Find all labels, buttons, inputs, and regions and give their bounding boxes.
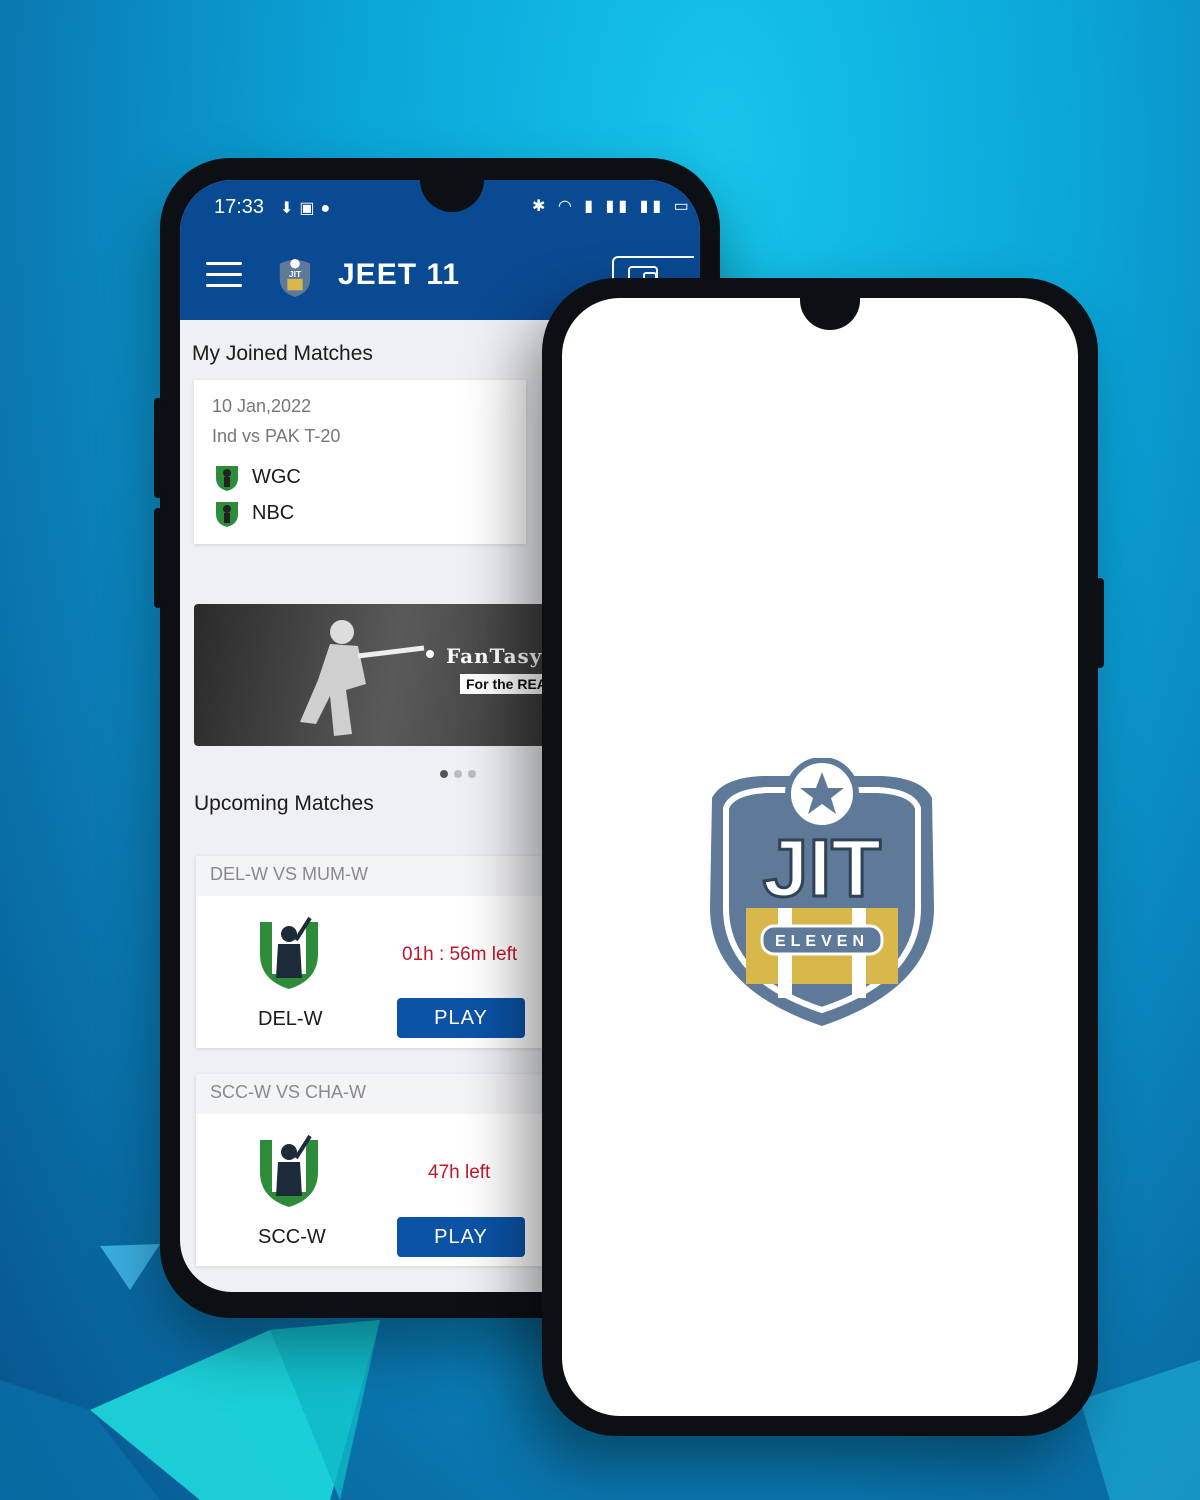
logo-text-top: JIT — [763, 823, 881, 914]
jit-eleven-logo-icon: JIT ELEVEN — [710, 758, 934, 1026]
phone-front: JIT ELEVEN — [542, 278, 1104, 1436]
team-row: NBC — [214, 498, 294, 528]
team-logo-icon — [216, 466, 238, 491]
cricketer-image — [300, 620, 434, 736]
time-left: 01h : 56m left — [402, 944, 518, 965]
carousel-dots[interactable] — [440, 770, 476, 778]
team-logo-icon — [216, 502, 238, 527]
splash-screen: JIT ELEVEN — [562, 298, 1078, 1416]
svg-text:JIT: JIT — [289, 269, 302, 279]
match-name: Ind vs PAK T-20 — [212, 426, 341, 446]
banner-brand: FanTasy — [446, 644, 543, 668]
app-title: JEET 11 — [338, 258, 461, 291]
team-name: SCC-W — [258, 1226, 326, 1248]
match-title: SCC-W VS CHA-W — [210, 1082, 366, 1102]
logo-text-bottom: ELEVEN — [775, 933, 869, 950]
match-title: DEL-W VS MUM-W — [210, 864, 368, 884]
app-logo-icon: JIT — [279, 258, 311, 297]
upcoming-matches-title: Upcoming Matches — [194, 792, 374, 815]
team-logo-icon — [260, 1134, 318, 1207]
team-logo-icon — [260, 916, 318, 989]
joined-matches-title: My Joined Matches — [192, 342, 373, 365]
match-card-header: SCC-W VS CHA-W — [196, 1074, 556, 1114]
team-name: DEL-W — [258, 1008, 323, 1030]
play-button[interactable]: PLAY — [397, 1217, 525, 1257]
match-card-header: DEL-W VS MUM-W — [196, 856, 556, 896]
promo-banner[interactable]: FanTasy For the REA — [194, 604, 554, 746]
joined-match-card[interactable]: 10 Jan,2022 Ind vs PAK T-20 WGC NBC — [194, 380, 526, 544]
menu-icon[interactable] — [206, 262, 242, 288]
banner-tagline: For the REA — [460, 674, 553, 694]
team-row: WGC — [214, 462, 301, 492]
match-date: 10 Jan,2022 — [212, 396, 312, 416]
play-button[interactable]: PLAY — [397, 998, 525, 1038]
signal-icons: ✱ ◠ ▮ ▮▮ ▮▮ ▭ — [532, 198, 693, 215]
time-left: 47h left — [428, 1162, 491, 1183]
camera-notch — [800, 298, 860, 330]
notification-icons: ⬇▣● — [280, 200, 337, 217]
status-time: 17:33 — [214, 196, 265, 218]
